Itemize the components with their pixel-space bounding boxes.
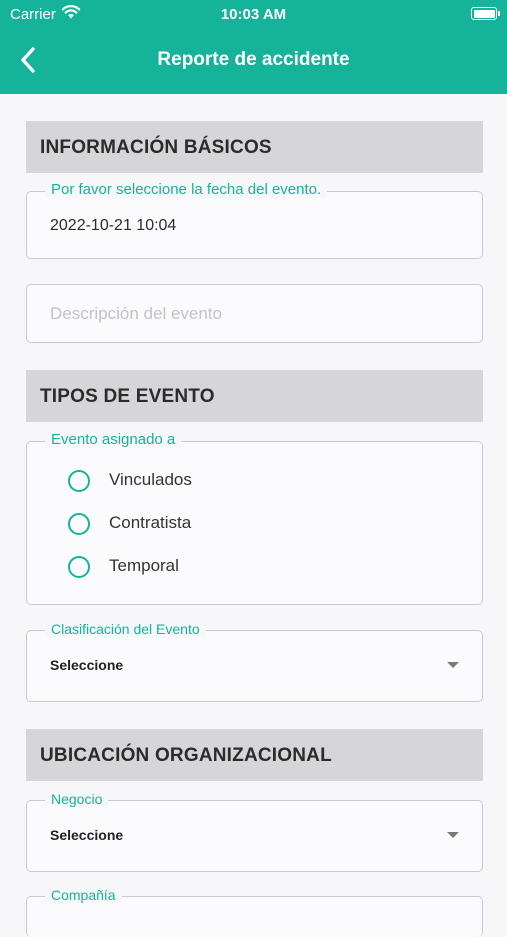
clock-label: 10:03 AM bbox=[220, 6, 287, 23]
event-date-field[interactable]: Por favor seleccione la fecha del evento… bbox=[26, 181, 483, 259]
event-description-input[interactable]: Descripción del evento bbox=[26, 284, 483, 343]
company-label: Compañía bbox=[45, 887, 122, 903]
radio-label-contratista: Contratista bbox=[109, 513, 192, 532]
radio-circle-icon[interactable] bbox=[68, 513, 90, 535]
event-assigned-label: Evento asignado a bbox=[45, 431, 182, 448]
section-title-org: UBICACIÓN ORGANIZACIONAL bbox=[40, 745, 332, 766]
section-header-basic: INFORMACIÓN BÁSICOS bbox=[26, 121, 483, 173]
business-select[interactable]: Negocio Seleccione bbox=[26, 791, 483, 872]
app-header: Carrier 10:03 AM Reporte de accidente bbox=[0, 0, 507, 94]
event-date-label: Por favor seleccione la fecha del evento… bbox=[45, 181, 328, 198]
company-select[interactable]: Compañía bbox=[26, 887, 483, 937]
battery-icon bbox=[471, 7, 497, 20]
page-title: Reporte de accidente bbox=[157, 49, 350, 70]
radio-circle-icon[interactable] bbox=[68, 556, 90, 578]
section-title-basic: INFORMACIÓN BÁSICOS bbox=[40, 137, 272, 158]
event-description-placeholder: Descripción del evento bbox=[50, 304, 222, 323]
radio-circle-icon[interactable] bbox=[68, 470, 90, 492]
section-header-event-types: TIPOS DE EVENTO bbox=[26, 370, 483, 422]
dropdown-arrow-icon[interactable] bbox=[447, 832, 459, 838]
battery-tip-icon bbox=[498, 11, 500, 16]
radio-label-vinculados: Vinculados bbox=[109, 470, 192, 489]
status-bar: Carrier 10:03 AM bbox=[0, 0, 507, 30]
event-assigned-group: Evento asignado a Vinculados Contratista… bbox=[26, 431, 483, 605]
event-date-value: 2022-10-21 10:04 bbox=[50, 217, 177, 234]
section-header-org: UBICACIÓN ORGANIZACIONAL bbox=[26, 729, 483, 781]
dropdown-arrow-icon[interactable] bbox=[447, 662, 459, 668]
classification-label: Clasificación del Evento bbox=[45, 621, 206, 637]
classification-select[interactable]: Clasificación del Evento Seleccione bbox=[26, 621, 483, 702]
classification-value: Seleccione bbox=[50, 657, 124, 673]
radio-label-temporal: Temporal bbox=[109, 556, 179, 575]
business-label: Negocio bbox=[45, 791, 109, 807]
section-title-event-types: TIPOS DE EVENTO bbox=[40, 386, 215, 407]
business-value: Seleccione bbox=[50, 827, 124, 843]
